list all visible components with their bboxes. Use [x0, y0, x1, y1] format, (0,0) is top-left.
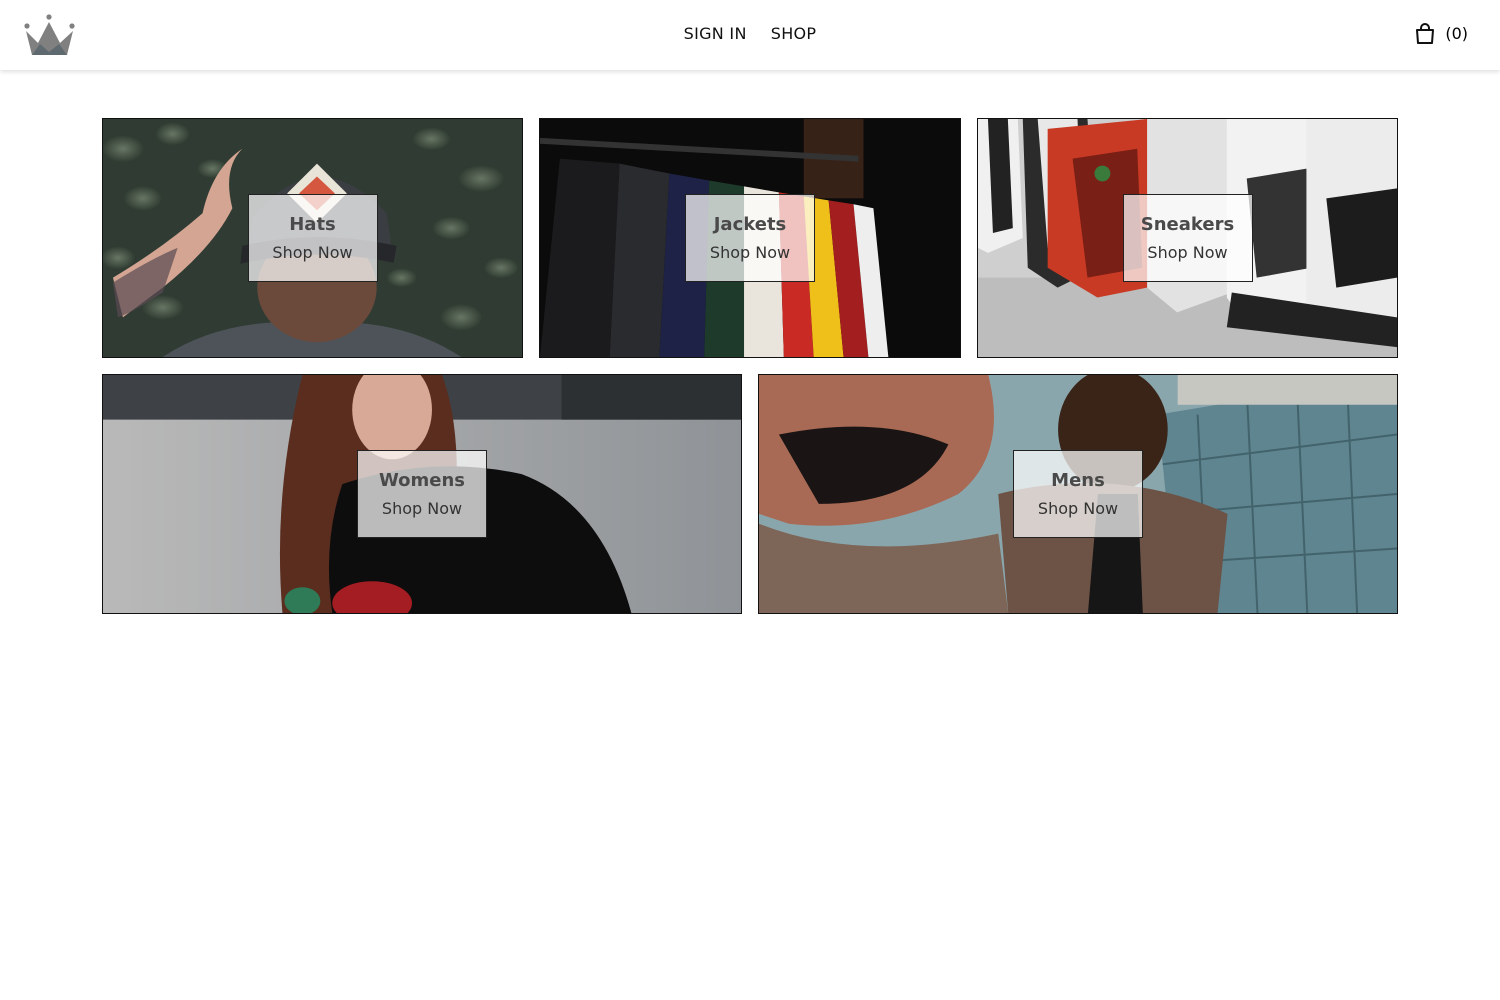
category-title: Womens: [378, 470, 466, 491]
category-tile-womens[interactable]: Womens Shop Now: [102, 374, 742, 614]
cart-count: (0): [1445, 23, 1468, 43]
shop-now-link[interactable]: Shop Now: [1147, 244, 1227, 262]
nav-sign-in-link[interactable]: SIGN IN: [684, 24, 747, 44]
nav-shop-link[interactable]: SHOP: [771, 24, 817, 44]
hats-label-box: Hats Shop Now: [247, 194, 378, 282]
shopping-bag-icon: [1415, 22, 1435, 44]
category-tile-jackets[interactable]: Jackets Shop Now: [539, 118, 961, 358]
main-nav: SIGN IN SHOP: [0, 24, 1500, 44]
category-tile-hats[interactable]: Hats Shop Now: [102, 118, 523, 358]
category-title: Mens: [1051, 470, 1105, 491]
womens-label-box: Womens Shop Now: [357, 450, 487, 538]
mens-label-box: Mens Shop Now: [1013, 450, 1143, 538]
shop-now-link[interactable]: Shop Now: [382, 500, 462, 518]
category-tile-mens[interactable]: Mens Shop Now: [758, 374, 1398, 614]
cart-button[interactable]: (0): [1415, 22, 1468, 44]
category-tile-sneakers[interactable]: Sneakers Shop Now: [977, 118, 1398, 358]
category-title: Sneakers: [1140, 214, 1235, 235]
category-title: Jackets: [713, 214, 787, 235]
jackets-label-box: Jackets Shop Now: [685, 194, 815, 282]
shop-now-link[interactable]: Shop Now: [272, 244, 352, 262]
shop-now-link[interactable]: Shop Now: [1038, 500, 1118, 518]
sneakers-label-box: Sneakers Shop Now: [1122, 194, 1253, 282]
shop-now-link[interactable]: Shop Now: [710, 244, 790, 262]
category-title: Hats: [289, 214, 336, 235]
site-header: SIGN IN SHOP (0): [0, 0, 1500, 70]
